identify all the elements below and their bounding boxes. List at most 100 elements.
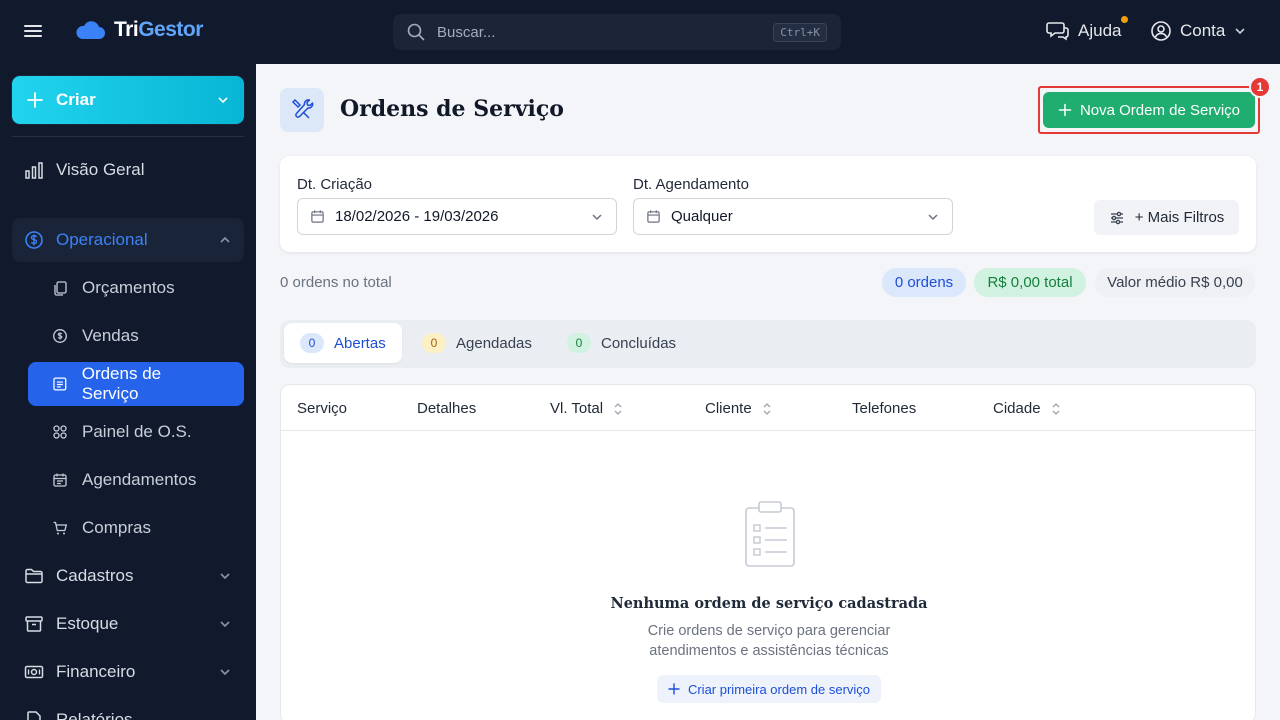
sidebar-item-relatorios[interactable]: Relatórios (12, 698, 244, 720)
scheduled-date-select[interactable]: Qualquer (633, 198, 953, 235)
help-label: Ajuda (1078, 21, 1122, 40)
tab-concluidas[interactable]: 0 Concluídas (551, 323, 692, 363)
report-icon (27, 711, 41, 720)
tab-abertas[interactable]: 0 Abertas (284, 323, 402, 363)
sidebar-item-visao-geral[interactable]: Visão Geral (12, 148, 244, 192)
chat-icon (1046, 22, 1069, 41)
calendar-icon (647, 210, 660, 223)
create-first-order-button[interactable]: Criar primeira ordem de serviço (657, 675, 881, 703)
create-button[interactable]: Criar (12, 76, 244, 124)
filter-card: Dt. Criação 18/02/2026 - 19/03/2026 Dt. … (280, 156, 1256, 252)
sidebar-subitem-ordens-de-servico[interactable]: Ordens de Serviço (28, 362, 244, 406)
plus-icon (1058, 103, 1072, 117)
account-menu[interactable]: Conta (1150, 20, 1247, 42)
scheduled-date-label: Dt. Agendamento (633, 176, 749, 193)
column-header-cliente[interactable]: Cliente (705, 400, 772, 417)
orders-table: Serviço Detalhes Vl. Total Cliente Telef… (280, 384, 1256, 720)
coin-icon (53, 329, 67, 343)
column-header-cidade[interactable]: Cidade (993, 400, 1061, 417)
sidebar-item-estoque[interactable]: Estoque (12, 602, 244, 646)
user-icon (1151, 21, 1171, 41)
app-logo[interactable]: TriGestor (74, 18, 203, 42)
sidebar-subitem-label: Compras (82, 518, 151, 537)
sidebar-subitem-agendamentos[interactable]: Agendamentos (28, 458, 244, 502)
tab-count: 0 (422, 333, 446, 353)
chevron-up-icon (220, 236, 230, 243)
banknote-icon (24, 665, 44, 679)
sidebar-item-label: Visão Geral (56, 160, 145, 179)
created-date-select[interactable]: 18/02/2026 - 19/03/2026 (297, 198, 617, 235)
total-value-chip: R$ 0,00 total (974, 268, 1086, 297)
created-date-value: 18/02/2026 - 19/03/2026 (335, 208, 499, 225)
orders-total-text: 0 ordens no total (280, 274, 392, 291)
tab-count: 0 (300, 333, 324, 353)
plus-icon (27, 92, 43, 108)
archive-icon (25, 616, 43, 632)
calendar-icon (53, 473, 67, 487)
sort-icon[interactable] (1051, 402, 1061, 416)
chevron-down-icon (218, 97, 228, 104)
chevron-down-icon (220, 669, 230, 676)
search-icon (407, 23, 425, 41)
clipboard-list-icon (53, 377, 67, 391)
logo-text: TriGestor (114, 18, 203, 41)
new-service-order-button[interactable]: Nova Ordem de Serviço (1043, 92, 1255, 128)
sidebar-subitem-vendas[interactable]: Vendas (28, 314, 244, 358)
chevron-down-icon (220, 621, 230, 628)
status-tabs: 0 Abertas 0 Agendadas 0 Concluídas (280, 320, 1256, 368)
chevron-down-icon (592, 213, 602, 220)
clipboard-icon (745, 501, 795, 567)
sidebar-subitem-label: Orçamentos (82, 278, 175, 297)
cart-icon (53, 521, 68, 535)
tools-icon (291, 98, 314, 119)
search-input[interactable]: Buscar... (437, 24, 773, 41)
column-header-detalhes[interactable]: Detalhes (417, 400, 476, 417)
column-header-servico[interactable]: Serviço (297, 400, 347, 417)
tab-agendadas[interactable]: 0 Agendadas (406, 323, 548, 363)
sidebar-subitem-label: Agendamentos (82, 470, 197, 489)
search-bar[interactable]: Buscar... Ctrl+K (393, 14, 841, 50)
sidebar-subitem-painel-os[interactable]: Painel de O.S. (28, 410, 244, 454)
folder-icon (25, 568, 43, 584)
create-label: Criar (56, 90, 96, 109)
table-header: Serviço Detalhes Vl. Total Cliente Telef… (281, 385, 1255, 431)
chevron-down-icon (1235, 28, 1245, 35)
sidebar-item-label: Relatórios (56, 710, 133, 720)
sort-icon[interactable] (613, 402, 623, 416)
sidebar-subitem-label: Ordens de Serviço (81, 364, 162, 403)
menu-icon[interactable] (24, 22, 48, 42)
orders-count-chip: 0 ordens (882, 268, 966, 297)
sidebar-item-label: Cadastros (56, 566, 134, 585)
more-filters-button[interactable]: + Mais Filtros (1094, 200, 1239, 235)
more-filters-label: + Mais Filtros (1134, 209, 1225, 226)
sidebar-item-financeiro[interactable]: Financeiro (12, 650, 244, 694)
page-title: Ordens de Serviço (340, 96, 564, 122)
cloud-icon (76, 21, 105, 39)
chevron-down-icon (928, 213, 938, 220)
sidebar-item-label: Financeiro (56, 662, 136, 681)
dollar-circle-icon (25, 231, 43, 249)
sliders-icon (1110, 211, 1123, 224)
sidebar-subitem-label: Painel de O.S. (82, 422, 192, 441)
help-button[interactable]: Ajuda (1046, 16, 1128, 42)
sidebar-item-label: Estoque (56, 614, 119, 633)
sidebar-subitem-compras[interactable]: Compras (28, 506, 244, 550)
created-date-label: Dt. Criação (297, 176, 373, 193)
chevron-down-icon (220, 573, 230, 580)
page-icon (280, 88, 324, 132)
scheduled-date-value: Qualquer (671, 208, 733, 225)
account-label: Conta (1180, 21, 1226, 40)
sidebar-item-label: Operacional (56, 230, 148, 249)
sidebar-subitem-label: Vendas (82, 326, 139, 345)
empty-state-title: Nenhuma ordem de serviço cadastrada (610, 595, 928, 612)
sidebar: Criar Visão Geral Operacional Orçamentos (0, 64, 256, 720)
sort-icon[interactable] (762, 402, 772, 416)
sidebar-item-operacional[interactable]: Operacional (12, 218, 244, 262)
column-header-telefones[interactable]: Telefones (852, 400, 916, 417)
sidebar-item-cadastros[interactable]: Cadastros (12, 554, 244, 598)
plus-icon (668, 683, 680, 695)
tab-label: Concluídas (601, 334, 677, 352)
column-header-vl-total[interactable]: Vl. Total (550, 400, 623, 417)
step-badge: 1 (1249, 76, 1271, 98)
sidebar-subitem-orcamentos[interactable]: Orçamentos (28, 266, 244, 310)
